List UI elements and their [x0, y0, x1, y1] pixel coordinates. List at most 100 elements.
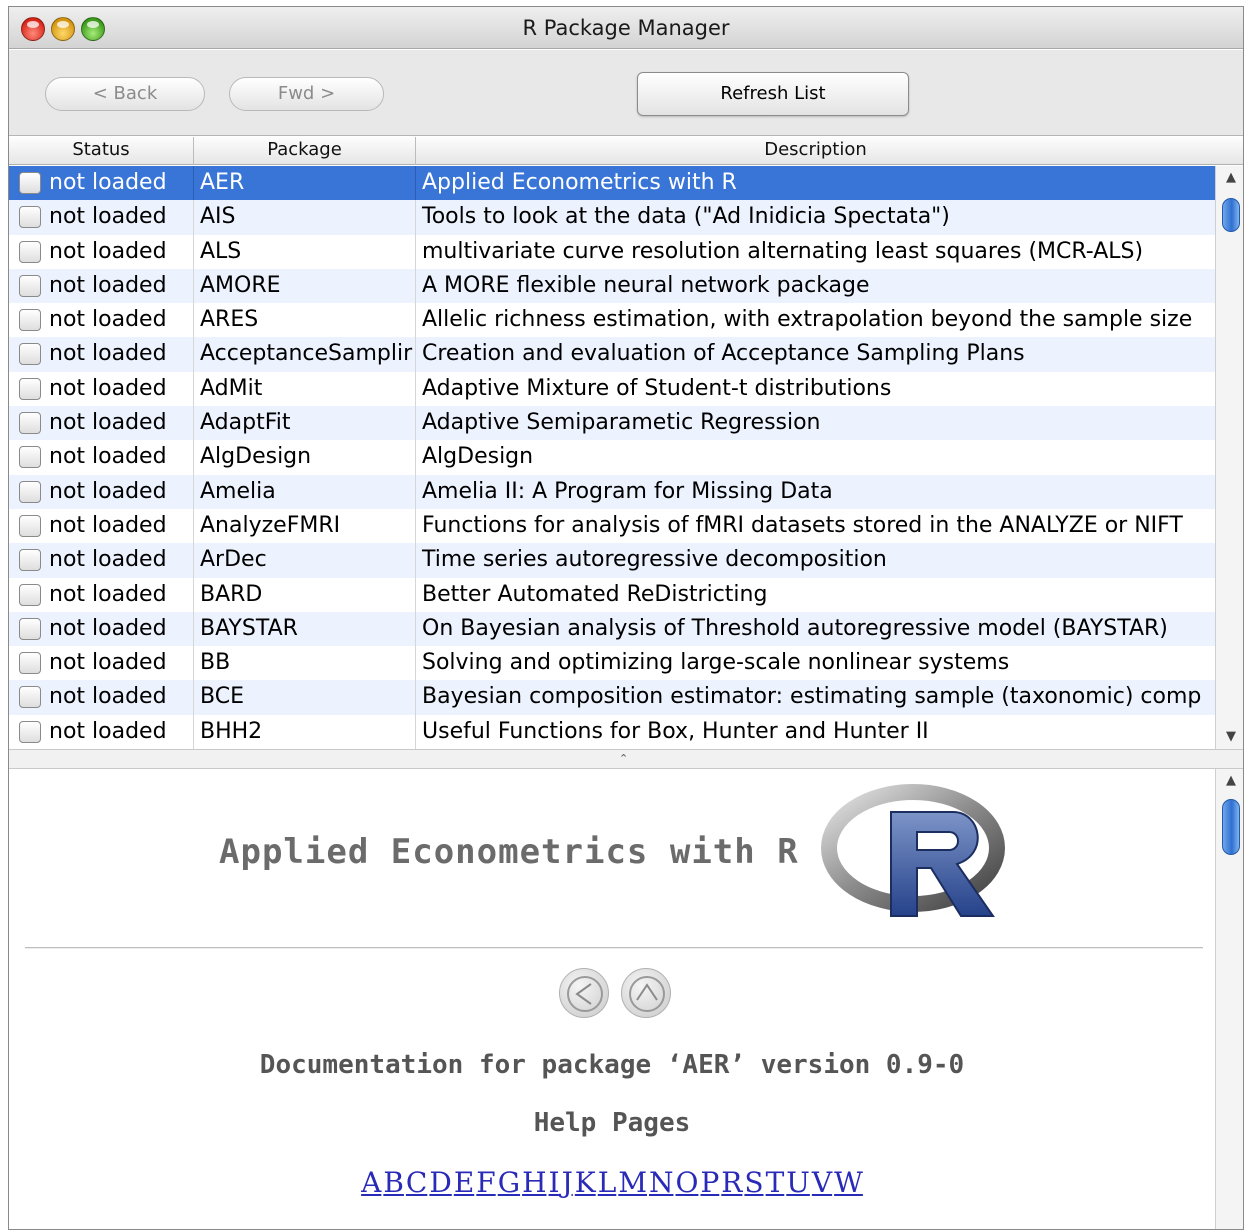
doc-scroll-up-arrow-icon[interactable]: ▲ [1216, 771, 1243, 791]
help-index-link[interactable]: C [406, 1166, 427, 1199]
status-cell: not loaded [9, 303, 194, 338]
description-cell: multivariate curve resolution alternatin… [422, 238, 1144, 264]
help-index-link[interactable]: P [700, 1166, 719, 1199]
load-checkbox[interactable] [19, 377, 41, 400]
table-row[interactable]: not loaded AMORE A MORE flexible neural ne… [9, 268, 1215, 304]
help-index-link[interactable]: N [649, 1166, 674, 1199]
load-checkbox[interactable] [19, 549, 41, 572]
help-index-link[interactable]: E [454, 1166, 474, 1199]
help-pages-heading: Help Pages [533, 1108, 691, 1138]
package-cell: BHH2 [194, 714, 416, 749]
status-text: not loaded [49, 718, 167, 744]
status-text: not loaded [49, 238, 167, 264]
doc-scrollbar[interactable]: ▲ [1215, 769, 1243, 1229]
help-index-link[interactable]: R [721, 1166, 742, 1199]
table-row[interactable]: not loaded AdMit Adaptive Mixture of Stude… [9, 371, 1215, 407]
description-cell: Creation and evaluation of Acceptance Sa… [422, 341, 1025, 367]
table-row[interactable]: not loaded BAYSTAR On Bayesian analysis of… [9, 611, 1215, 647]
load-checkbox[interactable] [19, 206, 41, 229]
pane-splitter[interactable]: ⌃ [9, 749, 1243, 769]
table-scroll-thumb[interactable] [1222, 198, 1240, 232]
load-checkbox[interactable] [19, 583, 41, 606]
table-row[interactable]: not loaded AIS Tools to look at the data (… [9, 200, 1215, 235]
help-index-link[interactable]: F [476, 1166, 495, 1199]
splitter-grip-icon: ⌃ [619, 752, 629, 765]
refresh-list-button[interactable]: Refresh List [637, 72, 909, 116]
table-row[interactable]: not loaded Amelia Amelia II: A Program for… [9, 474, 1215, 509]
table-row[interactable]: not loaded AdaptFit Adaptive Semiparametic… [9, 406, 1215, 441]
load-checkbox[interactable] [19, 412, 41, 435]
column-header-status[interactable]: Status [9, 137, 194, 165]
table-row[interactable]: not loaded AcceptanceSamplir Creation and … [9, 337, 1215, 372]
help-index-link[interactable]: O [675, 1166, 698, 1199]
status-text: not loaded [49, 375, 167, 401]
load-checkbox[interactable] [19, 514, 41, 537]
description-cell: Bayesian composition estimator: estimati… [422, 684, 1202, 710]
table-row[interactable]: not loaded ALS multivariate curve resoluti… [9, 234, 1215, 269]
table-row[interactable]: not loaded BHH2 Useful Functions for Box, … [9, 714, 1215, 749]
help-index-link[interactable]: U [786, 1166, 810, 1199]
load-checkbox[interactable] [19, 617, 41, 640]
load-checkbox[interactable] [19, 686, 41, 709]
table-row[interactable]: not loaded AlgDesign AlgDesign [9, 440, 1215, 475]
table-row[interactable]: not loaded ARES Allelic richness estimatio… [9, 303, 1215, 338]
table-row[interactable]: not loaded BCE Bayesian composition estima… [9, 680, 1215, 715]
prev-arrow-icon[interactable] [559, 968, 609, 1018]
description-cell: Amelia II: A Program for Missing Data [422, 478, 833, 504]
column-header-description[interactable]: Description [416, 137, 1216, 165]
help-index-link[interactable]: J [562, 1166, 573, 1199]
scroll-down-arrow-icon[interactable]: ▼ [1216, 727, 1243, 747]
load-checkbox[interactable] [19, 172, 41, 194]
help-index-link[interactable]: K [575, 1166, 596, 1199]
column-header-package[interactable]: Package [194, 137, 416, 165]
status-text: not loaded [49, 650, 167, 676]
help-index-link[interactable]: B [383, 1166, 404, 1199]
help-index-link[interactable]: L [598, 1166, 617, 1199]
up-arrow-icon[interactable] [621, 968, 671, 1018]
table-scrollbar[interactable]: ▲ ▼ [1215, 166, 1243, 749]
help-index-link[interactable]: W [834, 1166, 863, 1199]
load-checkbox[interactable] [19, 274, 41, 297]
load-checkbox[interactable] [19, 720, 41, 743]
help-index-link[interactable]: T [766, 1166, 785, 1199]
status-text: not loaded [49, 341, 167, 367]
load-checkbox[interactable] [19, 309, 41, 332]
forward-button[interactable]: Fwd > [229, 77, 384, 111]
help-index-link[interactable]: A [361, 1166, 381, 1199]
table-row[interactable]: not loaded AER Applied Econometrics with R [9, 166, 1215, 201]
help-index-link[interactable]: M [618, 1166, 647, 1199]
load-checkbox[interactable] [19, 446, 41, 469]
help-index-link[interactable]: I [549, 1166, 560, 1199]
load-checkbox[interactable] [19, 343, 41, 366]
table-row[interactable]: not loaded AnalyzeFMRI Functions for analy… [9, 508, 1215, 544]
help-index-link[interactable]: D [429, 1166, 451, 1199]
back-button[interactable]: < Back [45, 77, 205, 111]
load-checkbox[interactable] [19, 652, 41, 675]
help-index-link[interactable]: H [522, 1166, 546, 1199]
load-checkbox[interactable] [19, 480, 41, 503]
help-index-link[interactable]: V [812, 1166, 832, 1199]
package-cell: ALS [194, 234, 416, 269]
help-index-link[interactable]: S [744, 1166, 763, 1199]
status-cell: not loaded [9, 200, 194, 235]
table-row[interactable]: not loaded ArDec Time series autoregressiv… [9, 543, 1215, 578]
toolbar: < Back Fwd > Refresh List [9, 50, 1243, 136]
table-row[interactable]: not loaded BARD Better Automated ReDistric… [9, 577, 1215, 612]
status-text: not loaded [49, 547, 167, 573]
package-cell: ArDec [194, 543, 416, 578]
status-text: not loaded [49, 307, 167, 333]
table-row[interactable]: not loaded BB Solving and optimizing large… [9, 646, 1215, 681]
status-cell: not loaded [9, 543, 194, 578]
status-cell: not loaded [9, 268, 194, 304]
doc-scroll-thumb[interactable] [1222, 799, 1240, 855]
doc-title: Applied Econometrics with R [219, 832, 799, 872]
scroll-up-arrow-icon[interactable]: ▲ [1216, 168, 1243, 188]
description-cell: Better Automated ReDistricting [422, 581, 768, 607]
package-cell: BB [194, 646, 416, 681]
status-cell: not loaded [9, 680, 194, 715]
package-cell: AnalyzeFMRI [194, 508, 416, 544]
documentation-pane: Applied Econometrics with R Documentatio… [9, 770, 1215, 1229]
load-checkbox[interactable] [19, 240, 41, 263]
help-index-link[interactable]: G [498, 1166, 520, 1199]
status-cell: not loaded [9, 234, 194, 269]
